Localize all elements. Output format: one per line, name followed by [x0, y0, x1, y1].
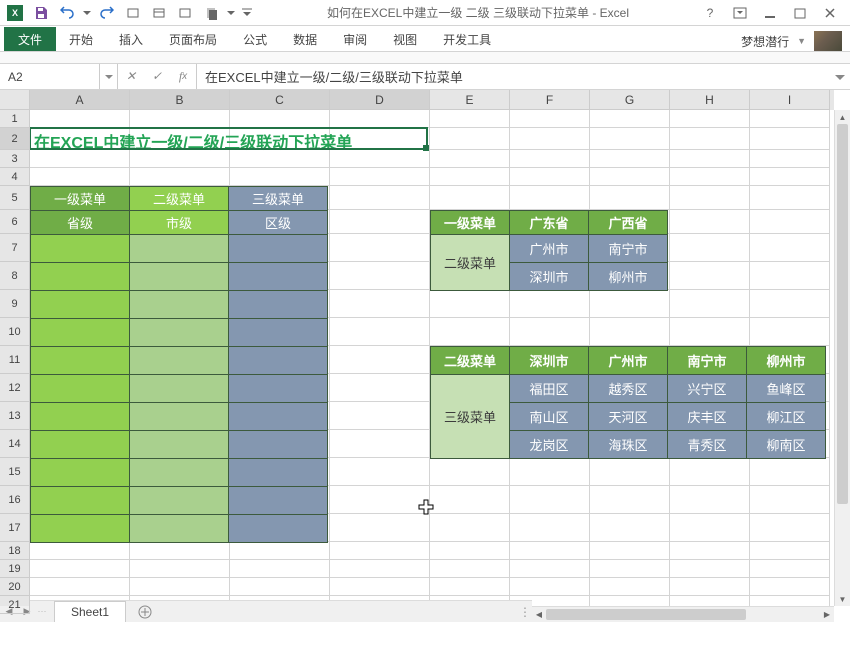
row-header-4[interactable]: 4 — [0, 168, 30, 186]
sheet-tabs: ◀ ▶ ⋯ Sheet1 ⋮ — [0, 600, 532, 622]
row-header-5[interactable]: 5 — [0, 186, 30, 210]
left-h1-3[interactable]: 三级菜单 — [229, 187, 328, 211]
left-h2-1[interactable]: 省级 — [31, 211, 130, 235]
tab-split-handle[interactable]: ⋮ — [522, 603, 528, 621]
ribbon-tab-data[interactable]: 数据 — [280, 27, 330, 51]
title-cell[interactable]: 在EXCEL中建立一级/二级/三级联动下拉菜单 — [34, 129, 352, 153]
col-header-F[interactable]: F — [510, 90, 590, 110]
file-tab[interactable]: 文件 — [4, 27, 56, 51]
cell-cursor-icon — [418, 499, 434, 515]
qat-button-1[interactable] — [122, 2, 144, 24]
ribbon-tab-formulas[interactable]: 公式 — [230, 27, 280, 51]
row-header-7[interactable]: 7 — [0, 234, 30, 262]
name-box[interactable]: A2 — [0, 64, 100, 89]
formula-bar: A2 ✕ ✓ fx 在EXCEL中建立一级/二级/三级联动下拉菜单 — [0, 64, 850, 90]
qat-button-4[interactable] — [200, 2, 222, 24]
col-header-E[interactable]: E — [430, 90, 510, 110]
qat-more[interactable] — [226, 2, 236, 24]
row-header-2[interactable]: 2 — [0, 128, 30, 150]
vertical-scroll-thumb[interactable] — [837, 124, 848, 504]
left-h2-3[interactable]: 区级 — [229, 211, 328, 235]
row-header-16[interactable]: 16 — [0, 486, 30, 514]
col-header-B[interactable]: B — [130, 90, 230, 110]
cancel-formula-button[interactable]: ✕ — [118, 69, 144, 84]
excel-icon[interactable]: X — [4, 2, 26, 24]
sheet-tab-1[interactable]: Sheet1 — [54, 601, 126, 622]
user-name[interactable]: 梦想潜行 — [741, 33, 789, 50]
row-header-12[interactable]: 12 — [0, 374, 30, 402]
row-header-1[interactable]: 1 — [0, 110, 30, 128]
row-header-6[interactable]: 6 — [0, 210, 30, 234]
scroll-up-button[interactable]: ▲ — [835, 110, 850, 124]
row-header-20[interactable]: 20 — [0, 578, 30, 596]
redo-button[interactable] — [96, 2, 118, 24]
window-title: 如何在EXCEL中建立一级 二级 三级联动下拉菜单 - Excel — [258, 4, 698, 21]
help-button[interactable]: ? — [698, 3, 722, 23]
ribbon-options-button[interactable] — [728, 3, 752, 23]
vertical-scrollbar[interactable]: ▲ ▼ — [834, 110, 850, 606]
right-table-1[interactable]: 一级菜单 广东省 广西省 二级菜单 广州市 南宁市 深圳市 柳州市 — [430, 210, 668, 291]
scroll-down-button[interactable]: ▼ — [835, 592, 850, 606]
col-header-A[interactable]: A — [30, 90, 130, 110]
row-header-21[interactable]: 21 — [0, 596, 30, 614]
maximize-button[interactable] — [788, 3, 812, 23]
ribbon-tab-insert[interactable]: 插入 — [106, 27, 156, 51]
save-button[interactable] — [30, 2, 52, 24]
row-header-8[interactable]: 8 — [0, 262, 30, 290]
undo-button[interactable] — [56, 2, 78, 24]
row-header-18[interactable]: 18 — [0, 542, 30, 560]
row-header-3[interactable]: 3 — [0, 150, 30, 168]
col-header-D[interactable]: D — [330, 90, 430, 110]
minimize-button[interactable] — [758, 3, 782, 23]
scroll-right-button[interactable]: ▶ — [820, 607, 834, 622]
title-bar: X 如何在EXCEL中建立一级 二级 三级联动下拉菜单 - Excel ? — [0, 0, 850, 26]
close-button[interactable] — [818, 3, 842, 23]
qat-button-2[interactable] — [148, 2, 170, 24]
col-header-C[interactable]: C — [230, 90, 330, 110]
left-menu-table[interactable]: 一级菜单 二级菜单 三级菜单 省级 市级 区级 — [30, 186, 328, 543]
tab-nav-menu[interactable]: ⋯ — [36, 606, 48, 617]
undo-dropdown[interactable] — [82, 2, 92, 24]
ribbon-collapsed — [0, 52, 850, 64]
qat-button-3[interactable] — [174, 2, 196, 24]
ribbon-tab-pagelayout[interactable]: 页面布局 — [156, 27, 230, 51]
ribbon-tab-view[interactable]: 视图 — [380, 27, 430, 51]
formula-expand-button[interactable] — [830, 64, 850, 89]
col-header-G[interactable]: G — [590, 90, 670, 110]
horizontal-scroll-thumb[interactable] — [546, 609, 746, 620]
row-header-14[interactable]: 14 — [0, 430, 30, 458]
right-table-2[interactable]: 二级菜单 深圳市 广州市 南宁市 柳州市 三级菜单 福田区 越秀区 兴宁区 鱼峰… — [430, 346, 826, 459]
worksheet-area: ABCDEFGHI 123456789101112131415161718192… — [0, 90, 850, 622]
scroll-left-button[interactable]: ◀ — [532, 607, 546, 622]
row-headers: 123456789101112131415161718192021 — [0, 110, 30, 606]
col-header-H[interactable]: H — [670, 90, 750, 110]
left-h1-1[interactable]: 一级菜单 — [31, 187, 130, 211]
select-all-button[interactable] — [0, 90, 30, 110]
enter-formula-button[interactable]: ✓ — [144, 69, 170, 84]
row-header-11[interactable]: 11 — [0, 346, 30, 374]
row-header-9[interactable]: 9 — [0, 290, 30, 318]
row-header-17[interactable]: 17 — [0, 514, 30, 542]
quick-access-toolbar: X — [0, 2, 258, 24]
formula-input[interactable]: 在EXCEL中建立一级/二级/三级联动下拉菜单 — [197, 64, 830, 89]
column-headers: ABCDEFGHI — [30, 90, 834, 110]
ribbon-tab-review[interactable]: 审阅 — [330, 27, 380, 51]
cells-grid[interactable]: 在EXCEL中建立一级/二级/三级联动下拉菜单 一级菜单 二级菜单 三级菜单 省… — [30, 110, 834, 606]
name-box-dropdown[interactable] — [100, 64, 118, 89]
user-picture[interactable] — [814, 31, 842, 51]
left-h2-2[interactable]: 市级 — [130, 211, 229, 235]
col-header-I[interactable]: I — [750, 90, 830, 110]
row-header-13[interactable]: 13 — [0, 402, 30, 430]
horizontal-scrollbar[interactable]: ◀ ▶ — [532, 606, 834, 622]
qat-customize[interactable] — [240, 2, 254, 24]
fx-button[interactable]: fx — [170, 69, 196, 84]
ribbon-tab-home[interactable]: 开始 — [56, 27, 106, 51]
row-header-10[interactable]: 10 — [0, 318, 30, 346]
ribbon-tabs: 文件 开始 插入 页面布局 公式 数据 审阅 视图 开发工具 梦想潜行 ▼ — [0, 26, 850, 52]
left-h1-2[interactable]: 二级菜单 — [130, 187, 229, 211]
row-header-15[interactable]: 15 — [0, 458, 30, 486]
ribbon-tab-developer[interactable]: 开发工具 — [430, 27, 504, 51]
add-sheet-button[interactable] — [134, 603, 156, 621]
row-header-19[interactable]: 19 — [0, 560, 30, 578]
